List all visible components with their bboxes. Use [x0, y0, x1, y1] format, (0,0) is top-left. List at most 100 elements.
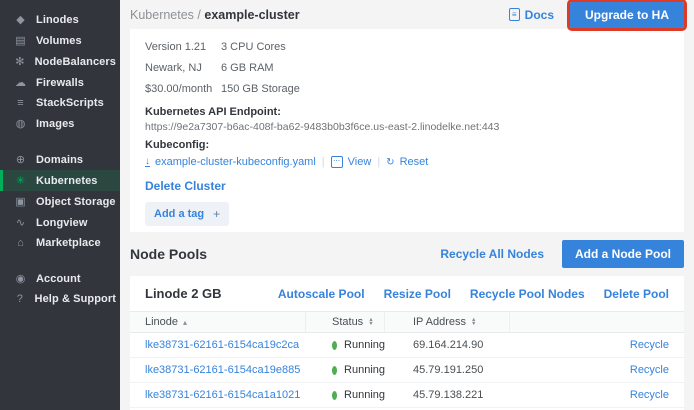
pool-card-header: Linode 2 GB Autoscale Pool Resize Pool R…: [130, 276, 684, 311]
sidebar-item-help-support[interactable]: ? Help & Support: [0, 289, 120, 309]
node-link[interactable]: lke38731-62161-6154ca19c2ca: [145, 339, 299, 351]
view-label: View: [348, 156, 372, 168]
column-header-status[interactable]: Status ▲▼: [306, 312, 385, 332]
recycle-pool-nodes-link[interactable]: Recycle Pool Nodes: [470, 287, 585, 301]
status-text: Running: [344, 364, 385, 376]
column-label: Linode: [145, 316, 178, 328]
reset-label: Reset: [400, 156, 429, 168]
sidebar-item-label: Domains: [36, 154, 83, 166]
sidebar-item-label: Account: [36, 273, 81, 285]
sort-asc-icon: ▴: [183, 318, 187, 327]
longview-icon: ∿: [14, 216, 27, 229]
sort-icon: ▲▼: [368, 318, 373, 327]
node-pool-card: Linode 2 GB Autoscale Pool Resize Pool R…: [130, 276, 684, 410]
add-node-pool-button[interactable]: Add a Node Pool: [562, 240, 684, 268]
column-header-linode[interactable]: Linode ▴: [130, 312, 306, 332]
plus-icon: +: [213, 207, 220, 221]
sidebar-item-label: Firewalls: [36, 77, 84, 89]
divider: |: [377, 156, 380, 168]
recycle-node-link[interactable]: Recycle: [630, 339, 669, 351]
status-cell: Running: [332, 364, 385, 376]
sidebar-item-label: Marketplace: [36, 237, 101, 249]
column-header-ip-address[interactable]: IP Address ▲▼: [385, 312, 510, 332]
node-pools-header: Node Pools Recycle All Nodes Add a Node …: [130, 241, 684, 267]
autoscale-pool-link[interactable]: Autoscale Pool: [278, 287, 365, 301]
sidebar-group-account: ◉ Account ? Help & Support: [0, 268, 120, 309]
api-endpoint-label: Kubernetes API Endpoint:: [145, 106, 669, 118]
images-icon: ◍: [14, 117, 27, 130]
kubeconfig-reset-link[interactable]: ↻ Reset: [386, 156, 428, 168]
node-table-row: lke38731-62161-6154ca19c2ca Running 69.1…: [130, 333, 684, 358]
column-label: Status: [332, 316, 363, 328]
add-tag-button[interactable]: Add a tag +: [145, 202, 229, 226]
sidebar-group-compute: ◆ Linodes ▤ Volumes ✻ NodeBalancers ☁ Fi…: [0, 9, 120, 134]
spec-row: Version 1.21 3 CPU Cores: [145, 37, 669, 58]
topbar: Kubernetes / example-cluster ≡ Docs Upgr…: [130, 0, 684, 29]
sidebar-item-kubernetes[interactable]: ✳ Kubernetes: [0, 170, 120, 191]
breadcrumb: Kubernetes / example-cluster: [130, 8, 300, 22]
api-endpoint-url: https://9e2a7307-b6ac-408f-ba62-9483b0b3…: [145, 121, 669, 133]
node-ip-address: 45.79.138.221: [413, 389, 483, 401]
sidebar-item-stackscripts[interactable]: ≡ StackScripts: [0, 93, 120, 113]
firewalls-icon: ☁: [14, 76, 27, 89]
breadcrumb-separator: /: [197, 8, 200, 22]
kubeconfig-download-link[interactable]: ↓ example-cluster-kubeconfig.yaml: [145, 156, 316, 168]
marketplace-icon: ⌂: [14, 237, 27, 249]
status-running-icon: [332, 391, 337, 400]
cluster-cpu: 3 CPU Cores: [221, 37, 286, 58]
sidebar-item-images[interactable]: ◍ Images: [0, 113, 120, 134]
sidebar-item-volumes[interactable]: ▤ Volumes: [0, 30, 120, 51]
node-link[interactable]: lke38731-62161-6154ca19e885: [145, 364, 300, 376]
reset-icon: ↻: [386, 157, 394, 168]
sidebar-item-label: Volumes: [36, 35, 82, 47]
help-icon: ?: [14, 293, 26, 305]
cluster-price: $30.00/month: [145, 79, 221, 100]
sidebar-item-firewalls[interactable]: ☁ Firewalls: [0, 72, 120, 93]
sidebar-item-account[interactable]: ◉ Account: [0, 268, 120, 289]
sidebar-group-services: ⊕ Domains ✳ Kubernetes ▣ Object Storage …: [0, 149, 120, 253]
sidebar-item-longview[interactable]: ∿ Longview: [0, 212, 120, 233]
cluster-version: Version 1.21: [145, 37, 221, 58]
kubeconfig-view-link[interactable]: ⋯ View: [331, 156, 372, 168]
node-table-row: lke38731-62161-6154ca1a1021 Running 45.7…: [130, 383, 684, 408]
upgrade-to-ha-button[interactable]: Upgrade to HA: [570, 2, 684, 28]
breadcrumb-kubernetes-link[interactable]: Kubernetes: [130, 8, 194, 22]
sidebar-item-marketplace[interactable]: ⌂ Marketplace: [0, 233, 120, 253]
sidebar-item-linodes[interactable]: ◆ Linodes: [0, 9, 120, 30]
status-cell: Running: [332, 339, 385, 351]
recycle-node-link[interactable]: Recycle: [630, 389, 669, 401]
topbar-actions: ≡ Docs Upgrade to HA: [509, 2, 684, 28]
cluster-summary-card: Version 1.21 3 CPU Cores Newark, NJ 6 GB…: [130, 29, 684, 232]
docs-link[interactable]: ≡ Docs: [509, 8, 554, 22]
stackscripts-icon: ≡: [14, 97, 27, 109]
sidebar-item-label: NodeBalancers: [35, 56, 116, 68]
cluster-storage: 150 GB Storage: [221, 79, 300, 100]
sidebar-item-label: Images: [36, 118, 75, 130]
sidebar-item-domains[interactable]: ⊕ Domains: [0, 149, 120, 170]
recycle-node-link[interactable]: Recycle: [630, 364, 669, 376]
breadcrumb-current-cluster: example-cluster: [204, 8, 299, 22]
status-cell: Running: [332, 389, 385, 401]
status-running-icon: [332, 366, 337, 375]
cluster-region: Newark, NJ: [145, 58, 221, 79]
sidebar-item-label: Object Storage: [36, 196, 116, 208]
domains-icon: ⊕: [14, 153, 27, 166]
column-label: IP Address: [413, 316, 466, 328]
kubeconfig-label: Kubeconfig:: [145, 139, 669, 151]
delete-cluster-button[interactable]: Delete Cluster: [145, 179, 669, 193]
sidebar-item-label: Kubernetes: [36, 175, 98, 187]
sidebar-item-object-storage[interactable]: ▣ Object Storage: [0, 191, 120, 212]
delete-pool-link[interactable]: Delete Pool: [604, 287, 669, 301]
view-icon: ⋯: [331, 156, 343, 168]
spec-row: $30.00/month 150 GB Storage: [145, 79, 669, 100]
recycle-all-nodes-link[interactable]: Recycle All Nodes: [440, 247, 544, 261]
node-pools-actions: Recycle All Nodes Add a Node Pool: [440, 240, 684, 268]
node-link[interactable]: lke38731-62161-6154ca1a1021: [145, 389, 300, 401]
sidebar-item-nodebalancers[interactable]: ✻ NodeBalancers: [0, 51, 120, 72]
sort-icon: ▲▼: [471, 318, 476, 327]
volumes-icon: ▤: [14, 34, 27, 47]
object-storage-icon: ▣: [14, 195, 27, 208]
node-table-header: Linode ▴ Status ▲▼ IP Address ▲▼: [130, 311, 684, 333]
download-icon: ↓: [145, 157, 150, 167]
resize-pool-link[interactable]: Resize Pool: [384, 287, 451, 301]
